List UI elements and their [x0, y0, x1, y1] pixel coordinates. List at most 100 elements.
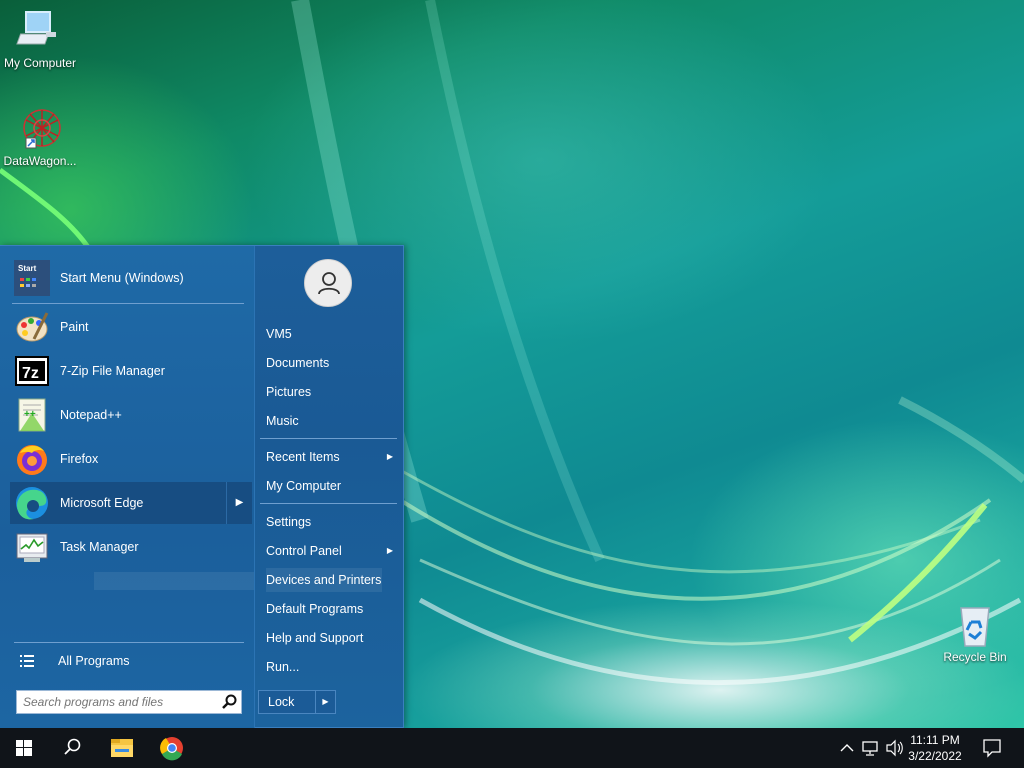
- submenu-arrow-icon: ▶: [386, 452, 393, 461]
- network-icon: [862, 741, 878, 756]
- start-menu-app-icon: Start: [14, 260, 50, 296]
- desktop-icon-datawagon[interactable]: DataWagon...: [0, 106, 80, 168]
- desktop-icon-recycle-bin[interactable]: Recycle Bin: [935, 602, 1015, 664]
- program-label: Start Menu (Windows): [60, 271, 184, 285]
- notepadpp-icon: ++: [14, 397, 50, 433]
- paint-palette-icon: [14, 309, 50, 345]
- action-center-button[interactable]: [978, 728, 1006, 768]
- seven-zip-text: 7z: [22, 365, 39, 382]
- search-icon: [64, 738, 81, 755]
- speaker-icon: [886, 739, 903, 757]
- user-icon: [318, 272, 340, 295]
- separator: [12, 303, 244, 304]
- place-label: Music: [266, 414, 299, 428]
- lock-label: Lock: [268, 695, 295, 709]
- program-microsoft-edge[interactable]: Microsoft Edge ▶: [10, 482, 252, 524]
- place-control-panel[interactable]: Control Panel ▶: [266, 539, 399, 563]
- program-paint[interactable]: Paint: [10, 306, 252, 348]
- taskbar-search-button[interactable]: [48, 728, 96, 768]
- lock-button[interactable]: Lock ▶: [258, 690, 336, 714]
- network-tray-button[interactable]: [860, 728, 882, 768]
- user-avatar[interactable]: [304, 259, 352, 307]
- list-icon: [20, 655, 34, 667]
- separator: [260, 503, 397, 504]
- place-label: Control Panel: [266, 544, 342, 558]
- network-graph-icon: [16, 106, 64, 152]
- place-default-programs[interactable]: Default Programs: [266, 597, 399, 621]
- desktop-icon-label: Recycle Bin: [943, 650, 1007, 664]
- desktop: My Computer DataWagon... Recycle Bin Sta…: [0, 0, 1024, 728]
- search-icon[interactable]: [219, 691, 241, 713]
- clock-date: 3/22/2022: [908, 749, 962, 763]
- desktop-icon-label: DataWagon...: [3, 154, 77, 168]
- program-label: Notepad++: [60, 408, 122, 422]
- start-menu-places-pane: VM5 Documents Pictures Music Recent Item…: [254, 246, 404, 728]
- place-documents[interactable]: Documents: [266, 351, 399, 375]
- start-button[interactable]: [0, 728, 48, 768]
- edge-icon: [14, 485, 50, 521]
- separator: [14, 642, 244, 643]
- start-menu: Start Start Menu (Windows) Paint 7z 7-Zi…: [0, 245, 404, 728]
- search-box[interactable]: [16, 690, 242, 714]
- volume-tray-button[interactable]: [884, 728, 906, 768]
- separator: [260, 438, 397, 439]
- search-input[interactable]: [23, 692, 219, 712]
- all-programs-button[interactable]: All Programs: [16, 650, 246, 672]
- file-explorer-icon: [111, 739, 133, 757]
- program-start-menu-windows[interactable]: Start Start Menu (Windows): [10, 257, 252, 299]
- power-options-arrow[interactable]: ▶: [315, 691, 335, 713]
- ghost-tooltip: [94, 572, 254, 590]
- place-label: My Computer: [266, 479, 342, 493]
- show-hidden-icons-button[interactable]: [838, 728, 856, 768]
- taskbar-file-explorer[interactable]: [98, 728, 146, 768]
- place-label: Pictures: [266, 385, 312, 399]
- place-run[interactable]: Run...: [266, 655, 399, 679]
- program-label: 7-Zip File Manager: [60, 364, 165, 378]
- start-menu-programs-pane: Start Start Menu (Windows) Paint 7z 7-Zi…: [0, 246, 254, 728]
- program-label: Firefox: [60, 452, 99, 466]
- edge-jumplist-arrow[interactable]: ▶: [226, 482, 252, 524]
- place-pictures[interactable]: Pictures: [266, 380, 399, 404]
- place-help-and-support[interactable]: Help and Support: [266, 626, 399, 650]
- taskbar: 11:11 PM 3/22/2022: [0, 728, 1024, 768]
- clock[interactable]: 11:11 PM 3/22/2022: [904, 732, 966, 764]
- desktop-icon-my-computer[interactable]: My Computer: [0, 8, 80, 70]
- start-icon-text: Start: [18, 264, 37, 273]
- program-notepadpp[interactable]: ++ Notepad++: [10, 394, 252, 436]
- program-7zip[interactable]: 7z 7-Zip File Manager: [10, 350, 252, 392]
- chrome-icon: [160, 737, 183, 761]
- place-label: Settings: [266, 515, 312, 529]
- program-task-manager[interactable]: Task Manager: [10, 526, 252, 568]
- program-label: Microsoft Edge: [60, 496, 144, 510]
- notification-icon: [983, 739, 1001, 758]
- seven-zip-icon: 7z: [14, 353, 50, 389]
- taskbar-chrome[interactable]: [148, 728, 196, 768]
- clock-time: 11:11 PM: [910, 733, 960, 747]
- place-label: Recent Items: [266, 450, 340, 464]
- place-music[interactable]: Music: [266, 409, 399, 433]
- recycle-bin-icon: [951, 602, 999, 648]
- desktop-icon-label: My Computer: [3, 56, 77, 70]
- place-my-computer[interactable]: My Computer: [266, 474, 399, 498]
- place-label: VM5: [266, 327, 292, 341]
- submenu-arrow-icon: ▶: [386, 546, 393, 555]
- place-devices-and-printers[interactable]: Devices and Printers: [266, 568, 382, 592]
- place-label: Devices and Printers: [266, 573, 382, 587]
- place-label: Help and Support: [266, 631, 364, 645]
- place-label: Default Programs: [266, 602, 364, 616]
- program-firefox[interactable]: Firefox: [10, 438, 252, 480]
- svg-text:++: ++: [24, 409, 36, 420]
- program-label: Task Manager: [60, 540, 139, 554]
- program-label: Paint: [60, 320, 89, 334]
- place-recent-items[interactable]: Recent Items ▶: [266, 445, 399, 469]
- windows-start-icon: [16, 740, 32, 756]
- place-label: Documents: [266, 356, 330, 370]
- place-label: Run...: [266, 660, 300, 674]
- monitor-icon: [16, 8, 64, 54]
- firefox-icon: [14, 441, 50, 477]
- place-settings[interactable]: Settings: [266, 510, 399, 534]
- task-manager-icon: [14, 529, 50, 565]
- place-user-folder[interactable]: VM5: [266, 322, 399, 346]
- all-programs-label: All Programs: [58, 654, 130, 668]
- chevron-up-icon: [840, 744, 854, 752]
